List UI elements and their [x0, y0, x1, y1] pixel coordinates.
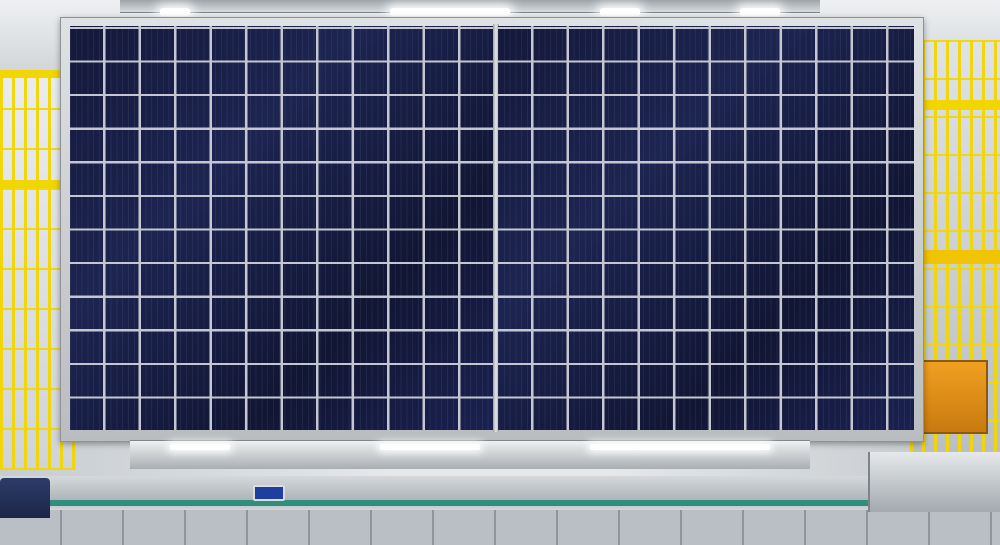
- top-lamp: [600, 8, 640, 16]
- bottom-lamp: [380, 444, 480, 450]
- top-lamp: [390, 8, 510, 16]
- top-lamp: [160, 8, 190, 16]
- sensor-box: [253, 485, 285, 501]
- conveyor-belt: [0, 500, 1000, 506]
- machine-left: [0, 478, 50, 518]
- solar-panel-right-half: [498, 26, 914, 430]
- bottom-lamp: [590, 444, 770, 450]
- machine-right: [868, 452, 1000, 512]
- solar-panel: [60, 17, 924, 442]
- top-lamp: [740, 8, 780, 16]
- bottom-lamp: [170, 444, 230, 450]
- solar-panel-left-half: [70, 26, 494, 430]
- orange-equipment: [914, 360, 988, 434]
- factory-scene: [0, 0, 1000, 545]
- conveyor-frame: [0, 510, 1000, 545]
